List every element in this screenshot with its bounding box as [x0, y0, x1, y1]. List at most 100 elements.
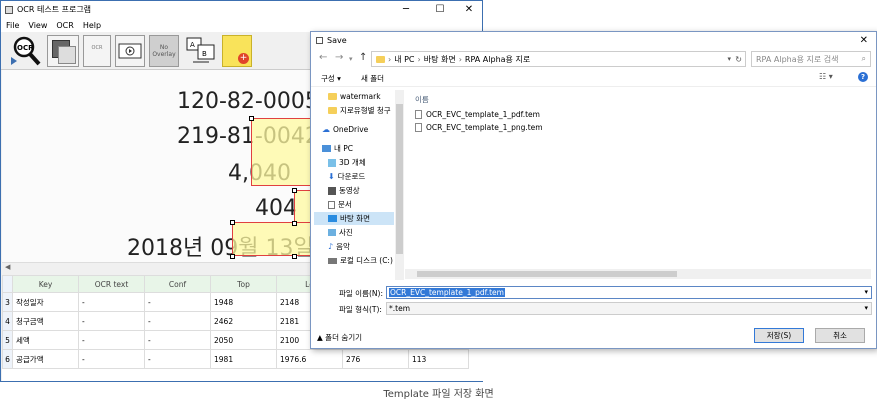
breadcrumb-item[interactable]: 바탕 화면 [424, 54, 456, 65]
cell-left[interactable]: 1976.6 [276, 349, 343, 369]
maximize-icon[interactable]: ☐ [425, 1, 455, 18]
main-title-bar[interactable]: OCR 테스트 프로그램 ─ ☐ ✕ [1, 1, 482, 18]
tree-item-downloads[interactable]: ⬇ 다운로드 [328, 170, 365, 183]
cell-key[interactable]: 청구금액 [12, 311, 79, 331]
resize-handle[interactable] [292, 254, 297, 259]
cell-height[interactable]: 113 [408, 349, 469, 369]
cell-top[interactable]: 1981 [210, 349, 277, 369]
column-header-name[interactable]: 이름 [415, 94, 429, 105]
forward-arrow-icon[interactable]: → [335, 52, 343, 63]
tree-item-documents[interactable]: 문서 [328, 198, 352, 211]
ab-compare-button[interactable]: AB [185, 36, 217, 66]
history-dropdown-icon[interactable]: ▾ [349, 55, 353, 63]
svg-text:OCR: OCR [17, 44, 34, 52]
film-icon [118, 43, 142, 59]
dialog-title-bar[interactable]: Save ✕ [311, 32, 876, 49]
breadcrumb-item[interactable]: RPA Alpha용 지로 [465, 54, 530, 65]
resize-handle[interactable] [292, 221, 297, 226]
folder-icon [328, 107, 337, 114]
svg-text:B: B [202, 50, 207, 58]
column-header-conf[interactable]: Conf [144, 275, 211, 293]
resize-handle[interactable] [230, 254, 235, 259]
menu-file[interactable]: File [6, 21, 19, 30]
download-icon: ⬇ [328, 172, 335, 181]
ocr-magnifier-button[interactable]: OCR [9, 35, 43, 67]
cell-ocr-text[interactable]: - [78, 311, 145, 331]
menu-help[interactable]: Help [83, 21, 101, 30]
cell-conf[interactable]: - [144, 292, 211, 312]
help-icon[interactable]: ? [858, 72, 868, 82]
tree-item-music[interactable]: ♪ 음악 [328, 240, 350, 253]
filetype-row: 파일 형식(T): *.tem ▾ [311, 302, 877, 316]
tree-item-my-pc[interactable]: 내 PC [322, 142, 353, 155]
organize-button[interactable]: 구성 ▾ [321, 73, 341, 84]
cell-key[interactable]: 공급가액 [12, 349, 79, 369]
close-icon[interactable]: ✕ [454, 1, 484, 18]
column-header-key[interactable]: Key [12, 275, 79, 293]
cell-conf[interactable]: - [144, 311, 211, 331]
resize-handle[interactable] [230, 220, 235, 225]
column-header-ocr-text[interactable]: OCR text [78, 275, 145, 293]
cell-ocr-text[interactable]: - [78, 330, 145, 350]
file-list: 이름 OCR_EVC_template_1_pdf.tem OCR_EVC_te… [405, 88, 871, 280]
row-number: 6 [2, 349, 13, 369]
cell-conf[interactable]: - [144, 330, 211, 350]
table-row[interactable]: 6 공급가액 - - 1981 1976.6 276 113 [2, 349, 469, 369]
cell-key[interactable]: 작성일자 [12, 292, 79, 312]
ocr-text-button[interactable]: OCR [83, 35, 111, 67]
cell-key[interactable]: 세액 [12, 330, 79, 350]
filetype-select[interactable]: *.tem ▾ [386, 302, 872, 315]
hide-folders-toggle[interactable]: ▲ 폴더 숨기기 [317, 332, 362, 343]
cancel-button[interactable]: 취소 [815, 328, 865, 343]
view-options-icon[interactable]: ☷ ▾ [819, 72, 833, 81]
back-arrow-icon[interactable]: ← [319, 52, 327, 63]
monitor-ab-icon: AB [186, 37, 215, 63]
cell-conf[interactable]: - [144, 349, 211, 369]
save-button[interactable]: 저장(S) [754, 328, 804, 343]
video-button[interactable] [115, 35, 145, 67]
tree-item-giro[interactable]: 지로유형별 청구 [328, 104, 391, 117]
scroll-left-icon[interactable]: ◀ [5, 263, 10, 271]
cell-width[interactable]: 276 [342, 349, 409, 369]
search-input[interactable]: RPA Alpha용 지로 검색 ⌕ [751, 51, 871, 67]
video-icon [328, 186, 336, 195]
screen-capture-button[interactable] [47, 35, 79, 67]
cell-top[interactable]: 1948 [210, 292, 277, 312]
new-folder-button[interactable]: 새 폴더 [361, 73, 384, 84]
filename-input[interactable]: OCR_EVC_template_1_pdf.tem ▾ [386, 286, 872, 299]
breadcrumb-item[interactable]: 내 PC [394, 54, 414, 65]
navigation-tree: watermark 지로유형별 청구 ☁ OneDrive 내 PC 3D 개체 … [312, 88, 404, 280]
tree-item-onedrive[interactable]: ☁ OneDrive [322, 123, 368, 136]
address-dropdown-icon[interactable]: ▾ [727, 55, 731, 63]
menu-view[interactable]: View [28, 21, 47, 30]
address-bar[interactable]: › 내 PC › 바탕 화면 › RPA Alpha용 지로 ▾ ↻ [371, 51, 746, 67]
minimize-icon[interactable]: ─ [391, 1, 421, 18]
file-item[interactable]: OCR_EVC_template_1_pdf.tem [415, 110, 540, 119]
file-item[interactable]: OCR_EVC_template_1_png.tem [415, 123, 543, 132]
cell-top[interactable]: 2050 [210, 330, 277, 350]
up-arrow-icon[interactable]: ↑ [359, 52, 367, 63]
dialog-close-icon[interactable]: ✕ [860, 35, 868, 46]
column-header-top[interactable]: Top [210, 275, 277, 293]
refresh-icon[interactable]: ↻ [735, 55, 742, 64]
add-template-button[interactable]: + [222, 35, 252, 67]
resize-handle[interactable] [249, 116, 254, 121]
filetype-dropdown-icon[interactable]: ▾ [864, 303, 868, 314]
file-list-horizontal-scrollbar[interactable] [405, 269, 871, 279]
tree-item-desktop[interactable]: 바탕 화면 [314, 212, 394, 225]
menu-ocr[interactable]: OCR [56, 21, 73, 30]
cell-ocr-text[interactable]: - [78, 349, 145, 369]
no-overlay-button[interactable]: No Overlay [149, 35, 179, 67]
tree-item-watermark[interactable]: watermark [328, 90, 381, 103]
tree-item-3d[interactable]: 3D 개체 [328, 156, 366, 169]
cell-ocr-text[interactable]: - [78, 292, 145, 312]
tree-item-videos[interactable]: 동영상 [328, 184, 360, 197]
cell-top[interactable]: 2462 [210, 311, 277, 331]
music-icon: ♪ [328, 242, 334, 251]
filename-dropdown-icon[interactable]: ▾ [864, 287, 868, 298]
tree-vertical-scrollbar[interactable] [395, 90, 404, 280]
tree-item-local-disk[interactable]: 로컬 디스크 (C:) [328, 254, 393, 267]
search-icon: ⌕ [861, 54, 866, 63]
tree-item-pictures[interactable]: 사진 [328, 226, 353, 239]
resize-handle[interactable] [292, 188, 297, 193]
